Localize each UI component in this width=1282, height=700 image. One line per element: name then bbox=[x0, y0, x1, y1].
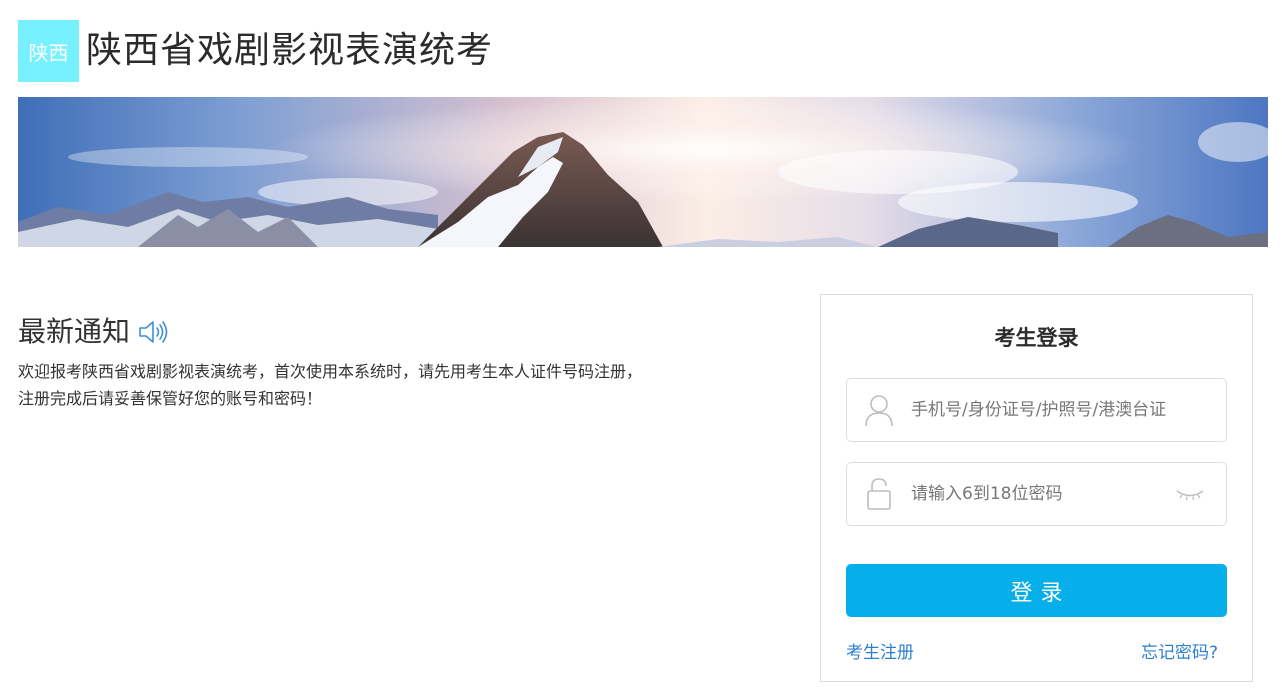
header: 陕西 陕西省戏剧影视表演统考 bbox=[18, 20, 493, 82]
notice-section: 最新通知 欢迎报考陕西省戏剧影视表演统考，首次使用本系统时，请先用考生本人证件号… bbox=[18, 312, 718, 412]
password-input[interactable] bbox=[911, 474, 1172, 514]
notice-title: 最新通知 bbox=[18, 315, 131, 348]
login-links: 考生注册 忘记密码? bbox=[846, 638, 1218, 663]
banner-image bbox=[18, 97, 1268, 247]
notice-text: 欢迎报考陕西省戏剧影视表演统考，首次使用本系统时，请先用考生本人证件号码注册， … bbox=[18, 358, 718, 412]
page: 陕西 陕西省戏剧影视表演统考 最新通知 欢迎报考陕西省戏剧影视表演统考，首次使用… bbox=[0, 0, 1282, 700]
forgot-password-link[interactable]: 忘记密码? bbox=[1141, 638, 1218, 663]
register-link[interactable]: 考生注册 bbox=[846, 638, 914, 663]
notice-line: 注册完成后请妥善保管好您的账号和密码！ bbox=[18, 389, 323, 408]
login-title: 考生登录 bbox=[994, 326, 1079, 350]
account-field[interactable] bbox=[846, 378, 1227, 442]
account-input[interactable] bbox=[911, 390, 1226, 430]
logo-text: 陕西 bbox=[28, 40, 69, 65]
logo: 陕西 bbox=[18, 20, 79, 82]
login-button[interactable]: 登录 bbox=[846, 564, 1227, 617]
lock-icon bbox=[847, 463, 911, 525]
login-panel: 考生登录 手机号/身份证号/护照号/港澳台证 登录 考生注册 忘记密码? bbox=[820, 294, 1253, 682]
notice-header: 最新通知 bbox=[18, 312, 718, 352]
eye-closed-icon[interactable] bbox=[1172, 484, 1208, 504]
notice-line: 欢迎报考陕西省戏剧影视表演统考，首次使用本系统时，请先用考生本人证件号码注册， bbox=[18, 362, 643, 381]
site-title: 陕西省戏剧影视表演统考 bbox=[86, 30, 494, 71]
user-icon bbox=[847, 379, 911, 441]
password-field[interactable] bbox=[846, 462, 1227, 526]
speaker-icon bbox=[138, 318, 170, 346]
